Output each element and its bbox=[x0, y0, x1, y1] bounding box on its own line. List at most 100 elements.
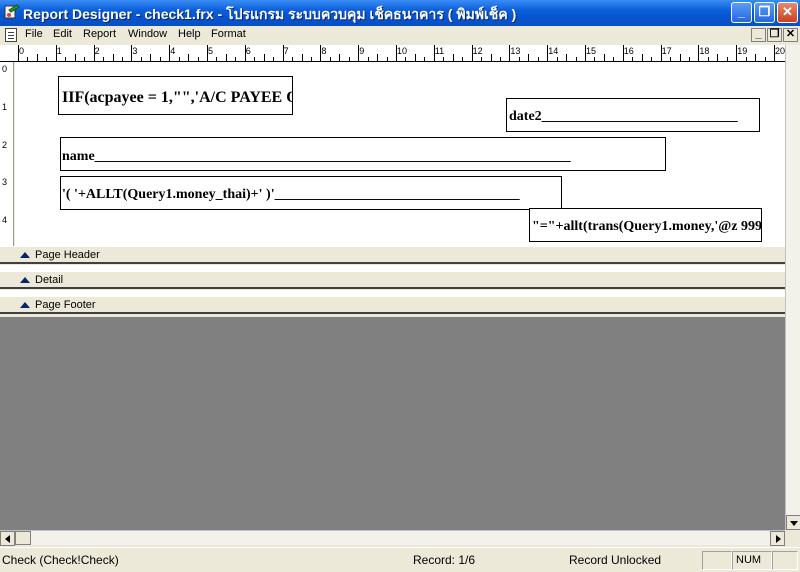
ruler-tick bbox=[518, 57, 520, 61]
ruler-number: 13 bbox=[510, 46, 521, 56]
ruler-tick bbox=[433, 45, 435, 61]
vertical-scrollbar[interactable] bbox=[785, 45, 800, 530]
maximize-button[interactable]: ❐ bbox=[754, 2, 775, 23]
ruler-number: 17 bbox=[661, 46, 672, 56]
ruler-tick bbox=[490, 54, 492, 61]
money-thai-field[interactable]: '( '+ALLT(Query1.money_thai)+' )'_______… bbox=[60, 176, 562, 210]
ruler-number: 15 bbox=[586, 46, 597, 56]
status-bar: Check (Check!Check) Record: 1/6 Record U… bbox=[0, 547, 800, 572]
scroll-down-button[interactable] bbox=[786, 515, 800, 530]
ruler-tick bbox=[717, 54, 719, 61]
arrow-left-icon bbox=[5, 535, 10, 543]
ruler-tick bbox=[755, 54, 757, 61]
ruler-tick bbox=[632, 57, 634, 61]
ruler-tick bbox=[443, 57, 445, 61]
ruler-tick bbox=[547, 45, 549, 61]
close-button[interactable]: ✕ bbox=[777, 2, 798, 23]
ruler-tick bbox=[320, 45, 322, 61]
ruler-tick bbox=[386, 57, 388, 61]
acpayee-field[interactable]: IIF(acpayee = 1,"",'A/C PAYEE ONLY') bbox=[58, 76, 293, 115]
ruler-tick bbox=[140, 57, 142, 61]
band-label: Page Footer bbox=[35, 299, 96, 311]
ruler-tick bbox=[55, 45, 57, 61]
ruler-number: 4 bbox=[170, 46, 176, 56]
window-title: Report Designer - check1.frx - โปรแกรม ร… bbox=[23, 6, 517, 22]
ruler-tick bbox=[774, 45, 775, 61]
ruler-tick bbox=[698, 45, 700, 61]
vruler-number: 1 bbox=[2, 101, 8, 112]
ruler-number: 7 bbox=[283, 46, 289, 56]
scroll-left-button[interactable] bbox=[0, 531, 15, 546]
ruler-tick bbox=[688, 57, 690, 61]
ruler-number: 18 bbox=[699, 46, 710, 56]
menu-edit[interactable]: Edit bbox=[53, 28, 72, 40]
ruler-tick bbox=[358, 45, 360, 61]
ruler-tick bbox=[414, 54, 416, 61]
ruler-number: 0 bbox=[19, 46, 25, 56]
ruler-tick bbox=[207, 45, 208, 61]
ruler-tick bbox=[216, 57, 218, 61]
menu-file[interactable]: File bbox=[25, 28, 43, 40]
vruler-number: 2 bbox=[2, 139, 8, 150]
ruler-tick bbox=[188, 54, 190, 61]
ruler-tick bbox=[622, 45, 624, 61]
ruler-tick bbox=[301, 54, 303, 61]
arrow-down-icon bbox=[790, 521, 798, 526]
band-label: Page Header bbox=[35, 249, 100, 261]
ruler-number: 3 bbox=[132, 46, 138, 56]
date-field[interactable]: date2____________________________ bbox=[506, 98, 760, 132]
ruler-number: 2 bbox=[94, 46, 100, 56]
ruler-tick bbox=[603, 54, 605, 61]
ruler-tick bbox=[367, 57, 369, 61]
scroll-right-button[interactable] bbox=[770, 531, 785, 546]
ruler-tick bbox=[481, 57, 483, 61]
status-object: Check (Check!Check) bbox=[2, 553, 119, 567]
ruler-tick bbox=[339, 54, 341, 61]
ruler-tick bbox=[424, 57, 426, 61]
horizontal-scrollbar[interactable] bbox=[0, 530, 785, 546]
ruler-tick bbox=[131, 45, 133, 61]
money-amount-field[interactable]: "="+allt(trans(Query1.money,'@z 999,999,… bbox=[529, 208, 762, 242]
ruler-tick bbox=[575, 57, 577, 61]
ruler-tick bbox=[36, 54, 38, 61]
ruler-tick bbox=[65, 57, 67, 61]
menu-report[interactable]: Report bbox=[83, 28, 116, 40]
menu-window[interactable]: Window bbox=[128, 28, 167, 40]
scroll-thumb[interactable] bbox=[15, 531, 31, 545]
ruler-number: 8 bbox=[321, 46, 327, 56]
band-detail[interactable]: Detail bbox=[0, 271, 785, 289]
band-page-footer[interactable]: Page Footer bbox=[0, 296, 785, 314]
mdi-close-button[interactable]: ✕ bbox=[783, 28, 798, 42]
band-arrow-icon bbox=[20, 302, 30, 308]
menu-bar: File Edit Report Window Help Format bbox=[0, 26, 800, 45]
document-icon[interactable] bbox=[5, 28, 17, 42]
ruler-tick bbox=[396, 45, 397, 61]
menu-format[interactable]: Format bbox=[211, 28, 246, 40]
ruler-tick bbox=[244, 45, 246, 61]
designer-workspace bbox=[0, 317, 785, 530]
band-page-header[interactable]: Page Header bbox=[0, 246, 785, 264]
ruler-tick bbox=[462, 57, 464, 61]
status-num: NUM bbox=[732, 551, 772, 570]
ruler-tick bbox=[273, 57, 275, 61]
payee-name-field[interactable]: name____________________________________… bbox=[60, 137, 666, 171]
ruler-tick bbox=[348, 57, 350, 61]
ruler-number: 10 bbox=[397, 46, 408, 56]
ruler-tick bbox=[46, 57, 48, 61]
ruler-tick bbox=[745, 57, 747, 61]
mdi-minimize-button[interactable]: _ bbox=[751, 28, 766, 42]
ruler-tick bbox=[726, 57, 728, 61]
page-header-area[interactable]: IIF(acpayee = 1,"",'A/C PAYEE ONLY') dat… bbox=[15, 62, 785, 246]
menu-help[interactable]: Help bbox=[178, 28, 201, 40]
ruler-tick bbox=[509, 45, 511, 61]
ruler-tick bbox=[736, 45, 738, 61]
ruler-tick bbox=[556, 57, 558, 61]
mdi-restore-button[interactable]: ❐ bbox=[767, 28, 782, 42]
report-designer-window: Report Designer - check1.frx - โปรแกรม ร… bbox=[0, 0, 800, 572]
minimize-button[interactable]: _ bbox=[731, 2, 752, 23]
scrollbar-corner bbox=[785, 530, 800, 545]
ruler-tick bbox=[103, 57, 105, 61]
ruler-tick bbox=[329, 57, 331, 61]
band-arrow-icon bbox=[20, 252, 30, 258]
ruler-tick bbox=[405, 57, 407, 61]
